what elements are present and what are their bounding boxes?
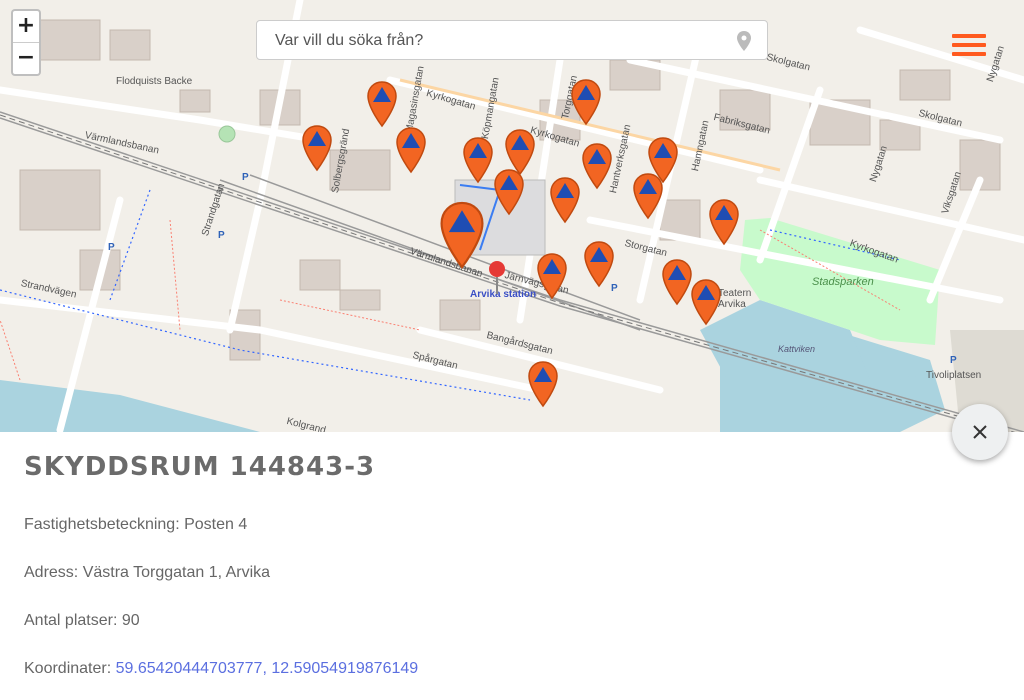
zoom-control: + − bbox=[11, 9, 41, 76]
shelter-marker-icon[interactable] bbox=[570, 78, 602, 126]
coordinates-row: Koordinater: 59.65420444703777, 12.59054… bbox=[24, 660, 418, 678]
map-pin-icon[interactable] bbox=[737, 31, 751, 51]
detail-panel: SKYDDSRUM 144843-3 Fastighetsbeteckning:… bbox=[0, 432, 1024, 700]
shelter-title: SKYDDSRUM 144843-3 bbox=[24, 452, 376, 482]
address-value: Västra Torggatan 1, Arvika bbox=[82, 564, 271, 581]
shelter-marker-icon[interactable] bbox=[549, 176, 581, 224]
park-label: Stadsparken bbox=[812, 276, 874, 288]
search-box bbox=[256, 20, 768, 60]
zoom-in-button[interactable]: + bbox=[13, 11, 39, 42]
location-pin-icon bbox=[489, 261, 505, 294]
parking-icon: P bbox=[242, 172, 249, 183]
shelter-marker-icon[interactable] bbox=[366, 80, 398, 128]
property-value: Posten 4 bbox=[184, 516, 248, 533]
shelter-marker-icon[interactable] bbox=[493, 168, 525, 216]
capacity-value: 90 bbox=[121, 612, 140, 629]
map-tiles bbox=[0, 0, 1024, 432]
lake-label: Kattviken bbox=[778, 344, 816, 354]
shelter-marker-icon[interactable] bbox=[536, 252, 568, 300]
map[interactable]: Flodquists Backe Kyrkogatan Kyrkogatan V… bbox=[0, 0, 1024, 432]
shelter-marker-icon[interactable] bbox=[708, 198, 740, 246]
theater-label: Teatern Arvika bbox=[718, 288, 752, 310]
shelter-marker-icon[interactable] bbox=[690, 278, 722, 326]
shelter-marker-icon[interactable] bbox=[661, 258, 693, 306]
shelter-marker-icon[interactable] bbox=[527, 360, 559, 408]
shelter-marker-icon[interactable] bbox=[301, 124, 333, 172]
address-row: Adress: Västra Torggatan 1, Arvika bbox=[24, 564, 270, 582]
search-input[interactable] bbox=[273, 22, 717, 60]
property-label: Fastighetsbeteckning: bbox=[24, 516, 180, 533]
property-row: Fastighetsbeteckning: Posten 4 bbox=[24, 516, 247, 534]
coordinates-label: Koordinater: bbox=[24, 660, 112, 677]
shelter-marker-icon[interactable] bbox=[462, 136, 494, 184]
capacity-row: Antal platser: 90 bbox=[24, 612, 140, 630]
street-label: Flodquists Backe bbox=[116, 76, 193, 87]
coordinates-link[interactable]: 59.65420444703777, 12.59054919876149 bbox=[116, 660, 419, 677]
parking-icon: P bbox=[950, 355, 957, 366]
shelter-marker-icon[interactable] bbox=[632, 172, 664, 220]
shelter-marker-icon[interactable] bbox=[395, 126, 427, 174]
parking-icon: P bbox=[108, 242, 115, 253]
shelter-marker-icon[interactable] bbox=[436, 200, 488, 270]
hamburger-icon[interactable] bbox=[952, 34, 986, 60]
square-label: Tivoliplatsen bbox=[926, 370, 982, 381]
shelter-marker-icon[interactable] bbox=[583, 240, 615, 288]
close-button[interactable] bbox=[952, 404, 1008, 460]
address-label: Adress: bbox=[24, 564, 79, 581]
capacity-label: Antal platser: bbox=[24, 612, 118, 629]
zoom-out-button[interactable]: − bbox=[13, 42, 39, 74]
close-icon bbox=[973, 425, 987, 439]
parking-icon: P bbox=[218, 230, 225, 241]
shelter-marker-icon[interactable] bbox=[581, 142, 613, 190]
